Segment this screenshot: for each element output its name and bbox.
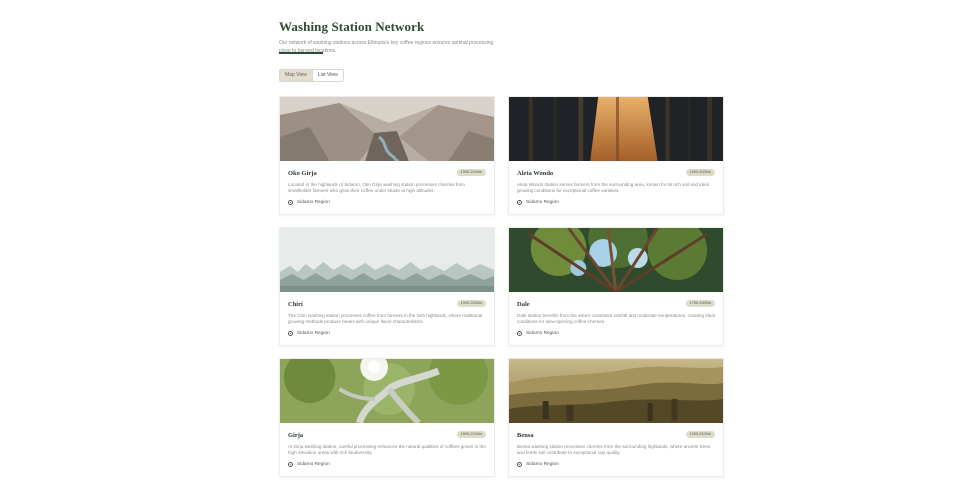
station-description: Located in the highlands of Sidamo, Oko … (288, 182, 465, 194)
station-image-highland-valley (509, 359, 723, 423)
station-name: Aleta Wondo (517, 170, 554, 177)
page-title: Washing Station Network (279, 19, 425, 34)
altitude-badge: 1900-2000m (685, 169, 715, 176)
station-region: Sidamo Region (288, 200, 330, 205)
view-toggle: Map View List View (279, 69, 344, 82)
location-pin-icon (517, 331, 522, 336)
station-description: The Chiri washing station processes coff… (288, 313, 483, 325)
station-image-tree-canopy (509, 228, 723, 292)
map-view-button[interactable]: Map View (280, 70, 312, 81)
location-pin-icon (288, 462, 293, 467)
station-description: At Girja washing station, careful proces… (288, 444, 486, 456)
title-underline (279, 52, 323, 54)
station-image-mountain-canyon (280, 97, 494, 161)
page-container: Washing Station Network Our network of w… (279, 18, 724, 477)
station-region: Sidamo Region (288, 331, 330, 336)
station-description: Dale station benefits from the area's co… (517, 313, 716, 325)
station-region: Sidamo Region (517, 200, 559, 205)
region-label: Sidamo Region (297, 462, 330, 467)
region-label: Sidamo Region (526, 331, 559, 336)
station-image-sunlit-tree (280, 359, 494, 423)
station-name: Bensa (517, 432, 534, 439)
region-label: Sidamo Region (297, 200, 330, 205)
altitude-badge: 1900-2100m (685, 431, 715, 438)
station-region: Sidamo Region (517, 462, 559, 467)
station-name: Dale (517, 301, 530, 308)
location-pin-icon (288, 200, 293, 205)
location-pin-icon (517, 462, 522, 467)
list-view-button[interactable]: List View (311, 70, 343, 81)
station-card[interactable]: Dale 1750-1900m Dale station benefits fr… (508, 227, 724, 346)
station-card[interactable]: Bensa 1900-2100m Bensa washing station p… (508, 358, 724, 477)
region-label: Sidamo Region (526, 200, 559, 205)
location-pin-icon (517, 200, 522, 205)
altitude-badge: 1750-1900m (685, 300, 715, 307)
station-region: Sidamo Region (288, 462, 330, 467)
station-description: Bensa washing station processes cherries… (517, 444, 711, 456)
altitude-badge: 1900-2000m (456, 300, 486, 307)
region-label: Sidamo Region (526, 462, 559, 467)
station-image-forest-path-sunlight (509, 97, 723, 161)
station-image-misty-forest (280, 228, 494, 292)
station-name: Chiri (288, 301, 303, 308)
altitude-badge: 1900-2100m (456, 431, 486, 438)
station-description: Aleta Wondo station serves farmers from … (517, 182, 709, 194)
station-name: Girja (288, 432, 304, 439)
station-name: Oko Girja (288, 170, 317, 177)
altitude-badge: 1900-2100m (456, 169, 486, 176)
station-card[interactable]: Oko Girja 1900-2100m Located in the high… (279, 96, 495, 215)
station-card[interactable]: Girja 1900-2100m At Girja washing statio… (279, 358, 495, 477)
station-card[interactable]: Aleta Wondo 1900-2000m Aleta Wondo stati… (508, 96, 724, 215)
station-region: Sidamo Region (517, 331, 559, 336)
region-label: Sidamo Region (297, 331, 330, 336)
station-card[interactable]: Chiri 1900-2000m The Chiri washing stati… (279, 227, 495, 346)
location-pin-icon (288, 331, 293, 336)
